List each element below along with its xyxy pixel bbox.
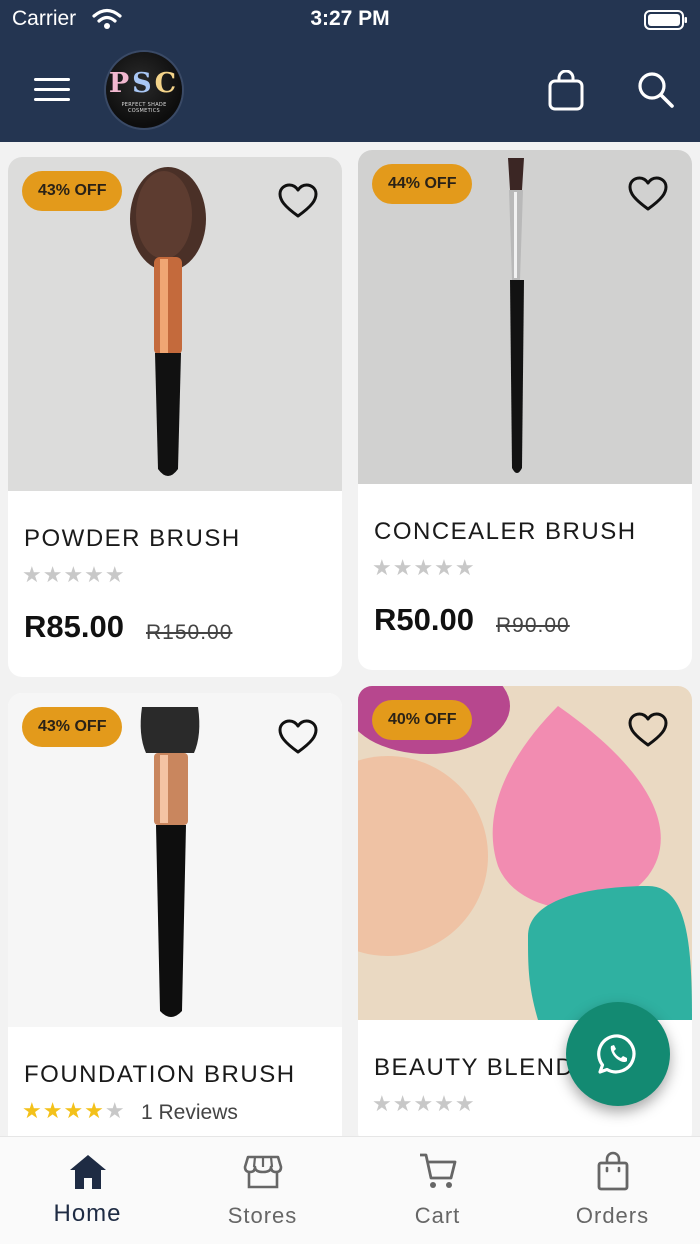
product-card-powder-brush[interactable]: 43% OFF POWDER BRUSH ★★★★★ R85.00 R150.0… — [8, 157, 342, 677]
heart-icon[interactable] — [628, 712, 668, 748]
heart-icon[interactable] — [628, 176, 668, 212]
nav-label: Cart — [414, 1203, 461, 1228]
menu-icon[interactable] — [34, 78, 70, 106]
discount-badge: 43% OFF — [22, 707, 123, 747]
cart-icon — [420, 1153, 457, 1188]
product-old-price: R90.00 — [496, 614, 570, 637]
rating-stars: ★★★★★ — [372, 1092, 476, 1117]
rating-stars: ★★★★★ — [22, 563, 126, 588]
product-name: POWDER BRUSH — [24, 525, 241, 552]
heart-icon[interactable] — [278, 183, 318, 219]
nav-orders[interactable]: Orders — [525, 1137, 700, 1244]
logo-letters: PSC — [108, 68, 180, 99]
rating-stars: ★★★★★ — [22, 1099, 126, 1124]
status-bar: Carrier 3:27 PM — [0, 0, 700, 40]
nav-label: Orders — [575, 1203, 650, 1228]
status-time: 3:27 PM — [310, 7, 390, 30]
shopping-bag-icon[interactable] — [546, 70, 586, 112]
nav-label: Stores — [227, 1203, 298, 1228]
orders-bag-icon — [597, 1151, 629, 1191]
whatsapp-button[interactable] — [566, 1002, 670, 1106]
search-icon[interactable] — [636, 70, 676, 112]
product-name: FOUNDATION BRUSH — [24, 1061, 296, 1088]
discount-badge: 43% OFF — [22, 171, 123, 211]
bottom-nav: Home Stores Cart Orders — [0, 1136, 700, 1244]
logo-subtitle: PERFECT SHADE COSMETICS — [121, 102, 167, 114]
product-price: R50.00 — [374, 602, 474, 637]
nav-stores[interactable]: Stores — [175, 1137, 350, 1244]
product-card-concealer-brush[interactable]: 44% OFF CONCEALER BRUSH ★★★★★ R50.00 R90… — [358, 150, 692, 670]
product-name: CONCEALER BRUSH — [374, 518, 637, 545]
battery-icon — [644, 10, 687, 30]
nav-home[interactable]: Home — [0, 1137, 175, 1244]
product-old-price: R150.00 — [146, 621, 233, 644]
discount-badge: 44% OFF — [372, 164, 473, 204]
brand-logo[interactable]: PSC PERFECT SHADE COSMETICS — [106, 52, 182, 128]
rating-stars: ★★★★★ — [372, 556, 476, 581]
product-price: R85.00 — [24, 609, 124, 644]
discount-badge: 40% OFF — [372, 700, 473, 740]
review-count: 1 Reviews — [141, 1101, 238, 1124]
store-icon — [243, 1155, 283, 1189]
app-header: PSC PERFECT SHADE COSMETICS — [0, 40, 700, 142]
heart-icon[interactable] — [278, 719, 318, 755]
home-icon — [70, 1155, 106, 1189]
product-grid: 43% OFF POWDER BRUSH ★★★★★ R85.00 R150.0… — [0, 142, 700, 1136]
nav-cart[interactable]: Cart — [350, 1137, 525, 1244]
nav-label: Home — [53, 1200, 122, 1227]
whatsapp-icon — [597, 1034, 636, 1074]
product-card-foundation-brush[interactable]: 43% OFF FOUNDATION BRUSH ★★★★★ 1 Reviews — [8, 693, 342, 1136]
